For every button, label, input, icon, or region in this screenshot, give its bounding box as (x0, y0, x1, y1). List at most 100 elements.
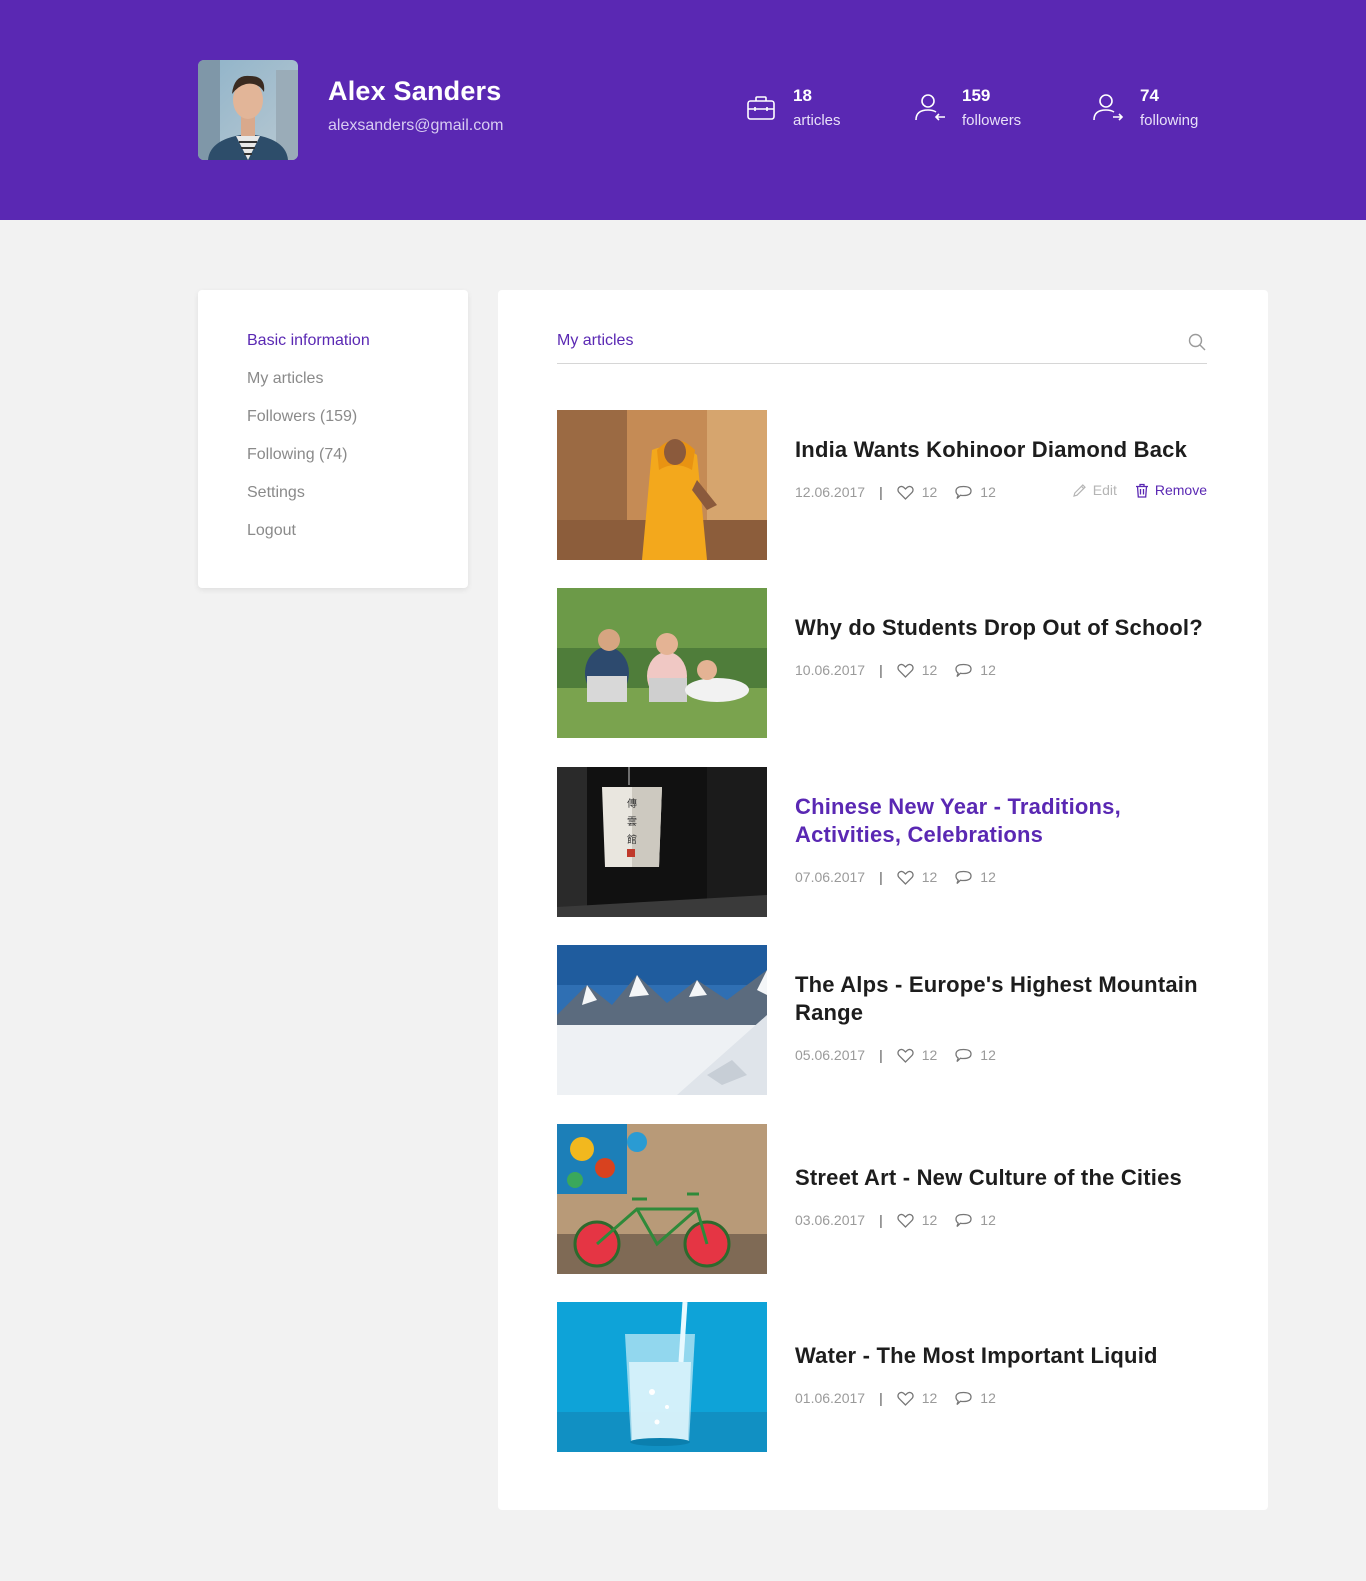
svg-text:館: 館 (627, 833, 637, 846)
sidebar-item-following[interactable]: Following (74) (247, 446, 347, 464)
comment-count: 12 (980, 1212, 996, 1228)
article-item[interactable]: 傳 雲 館 Chinese New Year - Traditions, Act… (557, 767, 1207, 917)
article-title[interactable]: Street Art - New Culture of the Cities (795, 1164, 1207, 1192)
like-button[interactable]: 12 (897, 1390, 938, 1406)
user-email: alexsanders@gmail.com (328, 117, 504, 134)
heart-icon (897, 485, 914, 500)
comment-icon (955, 870, 972, 884)
article-item[interactable]: India Wants Kohinoor Diamond Back 12.06.… (557, 410, 1207, 560)
comment-icon (955, 1213, 972, 1227)
article-thumbnail[interactable] (557, 410, 767, 560)
article-meta: 03.06.2017 | 12 12 (795, 1210, 1207, 1230)
article-title[interactable]: India Wants Kohinoor Diamond Back (795, 436, 1207, 464)
article-item[interactable]: The Alps - Europe's Highest Mountain Ran… (557, 945, 1207, 1095)
article-date: 03.06.2017 (795, 1212, 866, 1228)
comment-count: 12 (980, 1390, 996, 1406)
article-item[interactable]: Street Art - New Culture of the Cities 0… (557, 1124, 1207, 1274)
comment-button[interactable]: 12 (955, 869, 996, 885)
stat-following-value: 74 (1140, 86, 1159, 105)
article-meta: 07.06.2017 | 12 12 (795, 867, 1207, 887)
sidebar-item-settings[interactable]: Settings (247, 484, 305, 502)
heart-icon (897, 1048, 914, 1063)
heart-icon (897, 1213, 914, 1228)
article-title[interactable]: Chinese New Year - Traditions, Activitie… (795, 793, 1207, 849)
meta-separator: | (879, 484, 883, 500)
article-actions: Edit Remove (1054, 482, 1207, 498)
search-icon[interactable] (1187, 332, 1207, 352)
profile-header: Alex Sanders alexsanders@gmail.com 18 ar… (0, 0, 1366, 220)
user-name: Alex Sanders (328, 76, 502, 106)
article-thumbnail[interactable] (557, 1124, 767, 1274)
like-count: 12 (921, 1212, 938, 1228)
comment-button[interactable]: 12 (955, 662, 996, 678)
comment-button[interactable]: 12 (955, 1212, 996, 1228)
comment-button[interactable]: 12 (955, 1390, 996, 1406)
svg-text:雲: 雲 (627, 816, 637, 828)
stat-articles-label: articles (793, 112, 841, 129)
article-meta: 10.06.2017 | 12 12 (795, 660, 1207, 680)
stat-articles-value: 18 (793, 86, 812, 105)
briefcase-icon (747, 96, 775, 120)
article-thumbnail[interactable] (557, 588, 767, 738)
article-item[interactable]: Why do Students Drop Out of School? 10.0… (557, 588, 1207, 738)
article-date: 01.06.2017 (795, 1390, 866, 1406)
article-title[interactable]: Water - The Most Important Liquid (795, 1342, 1207, 1370)
meta-separator: | (879, 869, 883, 885)
article-meta: 12.06.2017 | 12 12 Edit Remove (795, 482, 1207, 502)
comment-button[interactable]: 12 (955, 1047, 996, 1063)
articles-tab-bar: My articles (557, 290, 1207, 364)
like-button[interactable]: 12 (897, 1212, 938, 1228)
article-thumbnail[interactable] (557, 1302, 767, 1452)
comment-count: 12 (980, 1047, 996, 1063)
meta-separator: | (879, 662, 883, 678)
comment-icon (955, 1391, 972, 1405)
article-date: 07.06.2017 (795, 869, 866, 885)
sidebar-item-logout[interactable]: Logout (247, 522, 296, 540)
like-button[interactable]: 12 (897, 869, 938, 885)
like-count: 12 (921, 1390, 938, 1406)
comment-icon (955, 485, 972, 499)
remove-button[interactable]: Remove (1135, 482, 1207, 498)
stat-followers-value: 159 (962, 86, 991, 105)
article-item[interactable]: Water - The Most Important Liquid 01.06.… (557, 1302, 1207, 1452)
article-date: 10.06.2017 (795, 662, 866, 678)
like-button[interactable]: 12 (897, 484, 938, 500)
stat-following-label: following (1140, 112, 1199, 129)
article-thumbnail[interactable] (557, 945, 767, 1095)
article-date: 12.06.2017 (795, 484, 866, 500)
like-count: 12 (921, 484, 938, 500)
article-title[interactable]: The Alps - Europe's Highest Mountain Ran… (795, 971, 1207, 1027)
sidebar-item-basic-information[interactable]: Basic information (247, 332, 370, 350)
comment-count: 12 (980, 662, 996, 678)
profile-sidebar: Basic information My articles Followers … (198, 290, 468, 588)
followers-icon (915, 94, 945, 121)
pencil-icon (1072, 483, 1086, 497)
like-count: 12 (921, 1047, 938, 1063)
like-button[interactable]: 12 (897, 1047, 938, 1063)
comment-count: 12 (980, 869, 996, 885)
heart-icon (897, 663, 914, 678)
like-button[interactable]: 12 (897, 662, 937, 678)
stat-followers-label: followers (962, 112, 1022, 129)
comment-count: 12 (980, 484, 996, 500)
comment-button[interactable]: 12 (955, 484, 996, 500)
following-icon (1093, 94, 1124, 121)
edit-button[interactable]: Edit (1072, 482, 1117, 498)
avatar[interactable] (198, 60, 298, 160)
meta-separator: | (879, 1047, 883, 1063)
sidebar-item-followers[interactable]: Followers (159) (247, 408, 357, 426)
heart-icon (897, 870, 914, 885)
article-thumbnail[interactable]: 傳 雲 館 (557, 767, 767, 917)
meta-separator: | (879, 1390, 883, 1406)
tab-my-articles[interactable]: My articles (557, 332, 633, 350)
trash-icon (1135, 483, 1148, 498)
sidebar-item-my-articles[interactable]: My articles (247, 370, 323, 388)
edit-label: Edit (1092, 482, 1117, 498)
meta-separator: | (879, 1212, 883, 1228)
heart-icon (897, 1391, 914, 1406)
like-count: 12 (921, 869, 938, 885)
article-title[interactable]: Why do Students Drop Out of School? (795, 614, 1207, 642)
remove-label: Remove (1154, 482, 1207, 498)
article-meta: 05.06.2017 | 12 12 (795, 1045, 1207, 1065)
article-date: 05.06.2017 (795, 1047, 866, 1063)
